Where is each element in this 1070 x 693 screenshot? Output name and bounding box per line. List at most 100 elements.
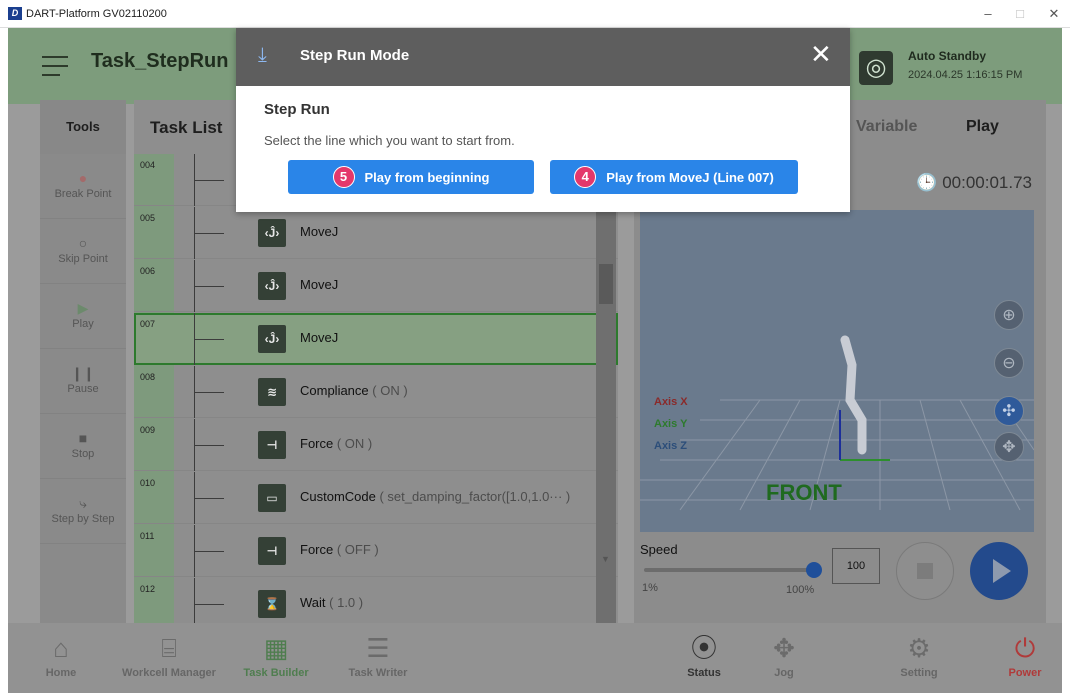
command-name: MoveJ <box>300 277 339 292</box>
tool-label: Step by Step <box>51 513 115 525</box>
nav-power[interactable]: ⏻ Power <box>998 623 1052 693</box>
nav-label: Setting <box>900 667 938 679</box>
task-list-scrollbar[interactable]: ▼ <box>596 154 616 630</box>
line-number: 012 <box>140 584 156 594</box>
power-icon: ⏻ <box>1014 633 1036 663</box>
movej-icon: ‹Ĵ› <box>258 272 286 300</box>
line-number: 009 <box>140 425 156 435</box>
app-logo-icon: D <box>8 7 22 20</box>
download-icon: ⤓ <box>258 44 267 66</box>
task-row[interactable]: 008 ≋ Compliance ( ON ) <box>134 366 618 418</box>
stop-icon: ■ <box>78 430 88 446</box>
jog-icon: ✥ <box>773 633 795 663</box>
modal-subtitle: Step Run <box>264 101 330 118</box>
close-modal-button[interactable]: ✕ <box>810 39 832 70</box>
task-row[interactable]: 011 ⊣ Force ( OFF ) <box>134 525 618 577</box>
rotate-icon[interactable]: ✣ <box>994 396 1024 426</box>
robot-status-icon: ◎ <box>859 51 893 85</box>
task-row[interactable]: 010 ▭ CustomCode ( set_damping_factor([1… <box>134 472 618 524</box>
tool-play[interactable]: ▶ Play <box>40 284 126 349</box>
nav-status[interactable]: ⦿ Status <box>674 623 734 693</box>
command-name: MoveJ <box>300 330 339 345</box>
nav-setting[interactable]: ⚙ Setting <box>886 623 952 693</box>
break-point-icon: ● <box>78 170 88 186</box>
play-icon <box>993 559 1011 583</box>
line-number: 006 <box>140 266 156 276</box>
nav-workcell-manager[interactable]: ⌸ Workcell Manager <box>112 623 226 693</box>
play-button[interactable] <box>970 542 1028 600</box>
task-row-selected[interactable]: 007 ‹Ĵ› MoveJ <box>134 313 618 365</box>
tool-stop[interactable]: ■ Stop <box>40 414 126 479</box>
zoom-in-icon[interactable]: ⊕ <box>994 300 1024 330</box>
nav-jog[interactable]: ✥ Jog <box>754 623 814 693</box>
tool-label: Skip Point <box>58 253 108 265</box>
step-icon: ⤷ <box>79 495 87 511</box>
tool-break-point[interactable]: ● Break Point <box>40 154 126 219</box>
command-name: Force ( ON ) <box>300 436 373 451</box>
task-row[interactable]: 009 ⊣ Force ( ON ) <box>134 419 618 471</box>
step-badge: 5 <box>332 166 355 188</box>
task-name: Task_StepRun <box>91 50 229 72</box>
pause-icon: ❙❙ <box>71 365 95 381</box>
command-name: Compliance ( ON ) <box>300 383 408 398</box>
bottom-nav: ⌂ Home ⌸ Workcell Manager ▦ Task Builder… <box>8 623 1062 693</box>
speed-label: Speed <box>640 542 678 557</box>
line-number: 010 <box>140 478 156 488</box>
force-icon: ⊣ <box>258 431 286 459</box>
task-row[interactable]: 006 ‹Ĵ› MoveJ <box>134 260 618 312</box>
line-number: 007 <box>140 319 156 329</box>
speed-max-label: 100% <box>786 584 815 596</box>
step-run-modal: ⤓ Step Run Mode ✕ Step Run Select the li… <box>236 28 850 212</box>
skip-point-icon: ○ <box>78 235 88 251</box>
pan-icon[interactable]: ✥ <box>994 432 1024 462</box>
task-list-title: Task List <box>150 118 223 137</box>
clock-icon: 🕒 <box>916 173 938 192</box>
status-time: 2024.04.25 1:16:15 PM <box>908 69 1023 81</box>
zoom-out-icon[interactable]: ⊖ <box>994 348 1024 378</box>
stop-button[interactable] <box>896 542 954 600</box>
line-number: 008 <box>140 372 156 382</box>
nav-label: Task Builder <box>243 667 309 679</box>
tool-skip-point[interactable]: ○ Skip Point <box>40 219 126 284</box>
tab-play[interactable]: Play <box>966 118 999 136</box>
task-builder-icon: ▦ <box>263 633 289 663</box>
tool-step-by-step[interactable]: ⤷ Step by Step <box>40 479 126 544</box>
nav-label: Workcell Manager <box>122 667 216 679</box>
home-icon: ⌂ <box>53 633 69 663</box>
window-titlebar: D DART-Platform GV02110200 – □ ✕ <box>0 0 1070 28</box>
tool-pause[interactable]: ❙❙ Pause <box>40 349 126 414</box>
nav-task-builder[interactable]: ▦ Task Builder <box>236 623 316 693</box>
axis-x-label: Axis X <box>654 396 688 408</box>
robot-3d-view[interactable]: FRONT Axis X Axis Y Axis Z ⊕ ⊖ ✣ ✥ ◧ ▢ ▢… <box>640 210 1034 532</box>
tool-label: Break Point <box>54 188 112 200</box>
nav-label: Home <box>45 667 77 679</box>
command-name: MoveJ <box>300 224 339 239</box>
stop-icon <box>917 563 933 579</box>
speed-slider[interactable] <box>644 562 822 578</box>
play-icon: ▶ <box>77 300 89 316</box>
setting-icon: ⚙ <box>907 633 931 663</box>
axis-y-label: Axis Y <box>654 418 688 430</box>
nav-task-writer[interactable]: ☰ Task Writer <box>338 623 418 693</box>
modal-description: Select the line which you want to start … <box>264 133 515 148</box>
command-name: Wait ( 1.0 ) <box>300 595 364 610</box>
workcell-icon: ⌸ <box>161 633 177 663</box>
status-icon: ⦿ <box>690 633 717 663</box>
play-from-beginning-button[interactable]: 5 Play from beginning <box>288 160 534 194</box>
speed-value-input[interactable]: 100 <box>832 548 880 584</box>
menu-icon[interactable] <box>42 56 68 76</box>
task-row[interactable]: 005 ‹Ĵ› MoveJ <box>134 207 618 259</box>
status-title: Auto Standby <box>908 49 986 63</box>
close-window-button[interactable]: ✕ <box>1034 0 1070 28</box>
nav-home[interactable]: ⌂ Home <box>36 623 86 693</box>
tab-variable[interactable]: Variable <box>856 118 917 136</box>
nav-label: Task Writer <box>348 667 408 679</box>
step-badge: 4 <box>574 166 597 188</box>
wait-icon: ⌛ <box>258 590 286 618</box>
line-number: 005 <box>140 213 156 223</box>
play-from-movej-button[interactable]: 4 Play from MoveJ (Line 007) <box>550 160 798 194</box>
movej-icon: ‹Ĵ› <box>258 325 286 353</box>
tool-label: Stop <box>71 448 95 460</box>
movej-icon: ‹Ĵ› <box>258 219 286 247</box>
speed-slider-knob[interactable] <box>806 562 822 578</box>
